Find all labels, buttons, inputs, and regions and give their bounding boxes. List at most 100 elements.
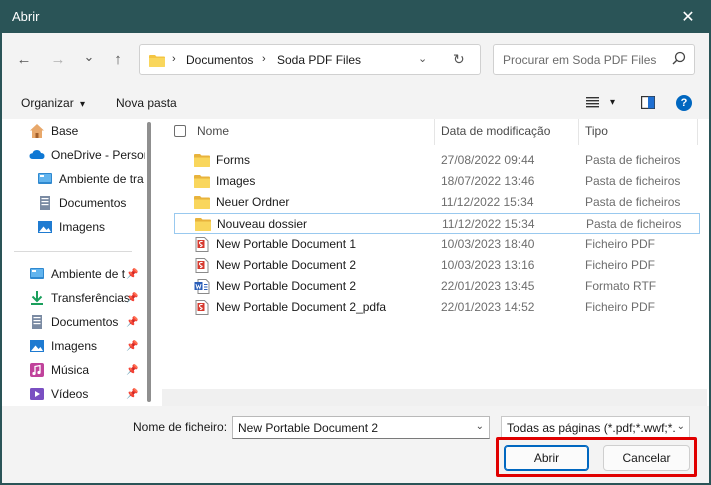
command-toolbar [2, 85, 709, 119]
file-date: 10/03/2023 13:16 [441, 258, 535, 272]
sidebar-item-label: Transferências [51, 291, 130, 305]
sidebar-item-documentos[interactable]: Documentos [37, 192, 126, 214]
help-icon[interactable]: ? [676, 95, 692, 111]
file-date: 11/12/2022 15:34 [442, 217, 535, 231]
folder-icon [149, 55, 165, 67]
folder-icon [194, 175, 210, 188]
close-icon[interactable]: ✕ [665, 0, 711, 33]
file-name: Neuer Ordner [216, 195, 290, 209]
file-date: 11/12/2022 15:34 [441, 195, 534, 209]
file-row[interactable]: New Portable Document 2 22/01/2023 13:45… [174, 276, 700, 297]
file-date: 10/03/2023 18:40 [441, 237, 535, 251]
sidebar-item-imagens-pinned[interactable]: Imagens [29, 335, 97, 357]
new-folder-button[interactable]: Nova pasta [116, 96, 177, 110]
sidebar-item-label: Base [51, 124, 79, 138]
pin-icon: 📌 [126, 269, 139, 280]
forward-arrow-icon[interactable]: → [48, 50, 68, 68]
sidebar-item-imagens[interactable]: Imagens [37, 216, 105, 238]
select-all-checkbox[interactable] [174, 125, 186, 137]
downloads-icon [31, 291, 43, 305]
sidebar-item-documentos-pinned[interactable]: Documentos [29, 311, 118, 333]
organize-menu-button[interactable]: Organizar ▾ [21, 96, 85, 110]
file-row[interactable]: Neuer Ordner 11/12/2022 15:34 Pasta de f… [174, 192, 700, 213]
documents-icon [40, 196, 50, 210]
pictures-icon [30, 340, 44, 352]
sort-ascending-icon: ⌃ [301, 119, 310, 126]
sidebar-item-label: Imagens [59, 220, 106, 234]
file-type: Pasta de ficheiros [585, 153, 681, 167]
navigation-pane-scrollbar[interactable] [147, 122, 151, 402]
column-header-type[interactable]: Tipo [585, 124, 608, 138]
cancel-button[interactable]: Cancelar [603, 445, 690, 471]
file-type-filter-value: Todas as páginas (*.pdf;*.wwf;*. [507, 421, 676, 435]
up-arrow-icon[interactable]: ↑ [108, 50, 128, 68]
breadcrumb-documentos[interactable]: Documentos [186, 53, 253, 67]
search-input[interactable]: Procurar em Soda PDF Files [493, 44, 695, 75]
file-type: Ficheiro PDF [585, 237, 656, 251]
file-row[interactable]: Images 18/07/2022 13:46 Pasta de ficheir… [174, 171, 700, 192]
filename-dropdown-chevron-icon[interactable]: ⌄ [476, 421, 484, 432]
file-row[interactable]: New Portable Document 2_pdfa 22/01/2023 … [174, 297, 700, 318]
recent-locations-chevron-icon[interactable]: ⌄ [79, 48, 99, 66]
breadcrumb-soda-pdf-files[interactable]: Soda PDF Files [277, 53, 361, 67]
column-divider[interactable] [434, 119, 435, 145]
address-dropdown-chevron-icon[interactable]: ⌄ [418, 52, 427, 65]
back-arrow-icon[interactable]: ← [14, 50, 34, 68]
rtf-file-icon [194, 279, 210, 294]
home-icon [30, 124, 44, 138]
file-row[interactable]: New Portable Document 1 10/03/2023 18:40… [174, 234, 700, 255]
view-options-dropdown-icon[interactable]: ▾ [610, 97, 615, 108]
onedrive-cloud-icon [29, 150, 45, 159]
open-button[interactable]: Abrir [504, 445, 589, 471]
sidebar-item-label: OneDrive - Person [51, 148, 145, 162]
breadcrumb-separator-icon: › [172, 53, 176, 65]
videos-icon [30, 388, 44, 400]
sidebar-item-videos[interactable]: Vídeos [29, 383, 88, 405]
sidebar-item-label: Ambiente de tra [59, 172, 144, 186]
file-type: Pasta de ficheiros [585, 195, 681, 209]
file-name: New Portable Document 2_pdfa [216, 300, 387, 314]
sidebar-item-onedrive[interactable]: OneDrive - Person [29, 144, 145, 166]
sidebar-item-transferencias[interactable]: Transferências [29, 287, 130, 309]
view-list-icon[interactable] [586, 96, 599, 108]
file-type: Pasta de ficheiros [585, 174, 681, 188]
title-bar: Abrir ✕ [0, 0, 711, 33]
column-divider[interactable] [697, 119, 698, 145]
file-type: Ficheiro PDF [585, 258, 656, 272]
sidebar-item-musica[interactable]: Música [29, 359, 89, 381]
folder-icon [195, 218, 211, 231]
pictures-icon [38, 221, 52, 233]
file-row[interactable]: New Portable Document 2 10/03/2023 13:16… [174, 255, 700, 276]
sidebar-item-ambiente-de-trabalho[interactable]: Ambiente de tra [37, 168, 145, 190]
sidebar-item-label: Documentos [59, 196, 127, 210]
file-name: Nouveau dossier [217, 217, 308, 231]
file-name: New Portable Document 2 [216, 279, 357, 293]
file-name: Images [216, 174, 256, 188]
column-header-name[interactable]: Nome [197, 124, 229, 138]
preview-pane-icon[interactable] [641, 96, 655, 109]
desktop-icon [30, 268, 44, 279]
filename-combobox[interactable]: New Portable Document 2 ⌄ [232, 416, 490, 439]
file-type-dropdown-chevron-icon[interactable]: ⌄ [674, 421, 685, 432]
pin-icon: 📌 [126, 389, 139, 400]
file-row-selected[interactable]: Nouveau dossier 11/12/2022 15:34 Pasta d… [174, 213, 700, 234]
sidebar-item-ambiente-de-trabalho-pinned[interactable]: Ambiente de t [29, 263, 125, 285]
sidebar-item-base[interactable]: Base [29, 120, 78, 142]
file-type-filter-select[interactable]: Todas as páginas (*.pdf;*.wwf;*. ⌄ [501, 416, 690, 439]
file-date: 18/07/2022 13:46 [441, 174, 535, 188]
file-type: Ficheiro PDF [585, 300, 656, 314]
column-divider[interactable] [578, 119, 579, 145]
search-icon[interactable] [672, 51, 686, 65]
pin-icon: 📌 [126, 365, 139, 376]
address-bar[interactable]: › Documentos › Soda PDF Files ⌄ ↻ [139, 44, 481, 75]
sidebar-item-label: Imagens [51, 339, 98, 353]
column-header-date[interactable]: Data de modificação [441, 124, 550, 138]
file-row[interactable]: Forms 27/08/2022 09:44 Pasta de ficheiro… [174, 150, 700, 171]
sidebar-item-label: Ambiente de t [51, 267, 125, 281]
pin-icon: 📌 [126, 293, 139, 304]
filename-label: Nome de ficheiro: [133, 420, 228, 434]
refresh-icon[interactable]: ↻ [453, 51, 465, 68]
search-placeholder: Procurar em Soda PDF Files [503, 53, 657, 67]
music-icon [30, 363, 44, 377]
file-list-horizontal-scrollbar[interactable] [162, 389, 707, 406]
